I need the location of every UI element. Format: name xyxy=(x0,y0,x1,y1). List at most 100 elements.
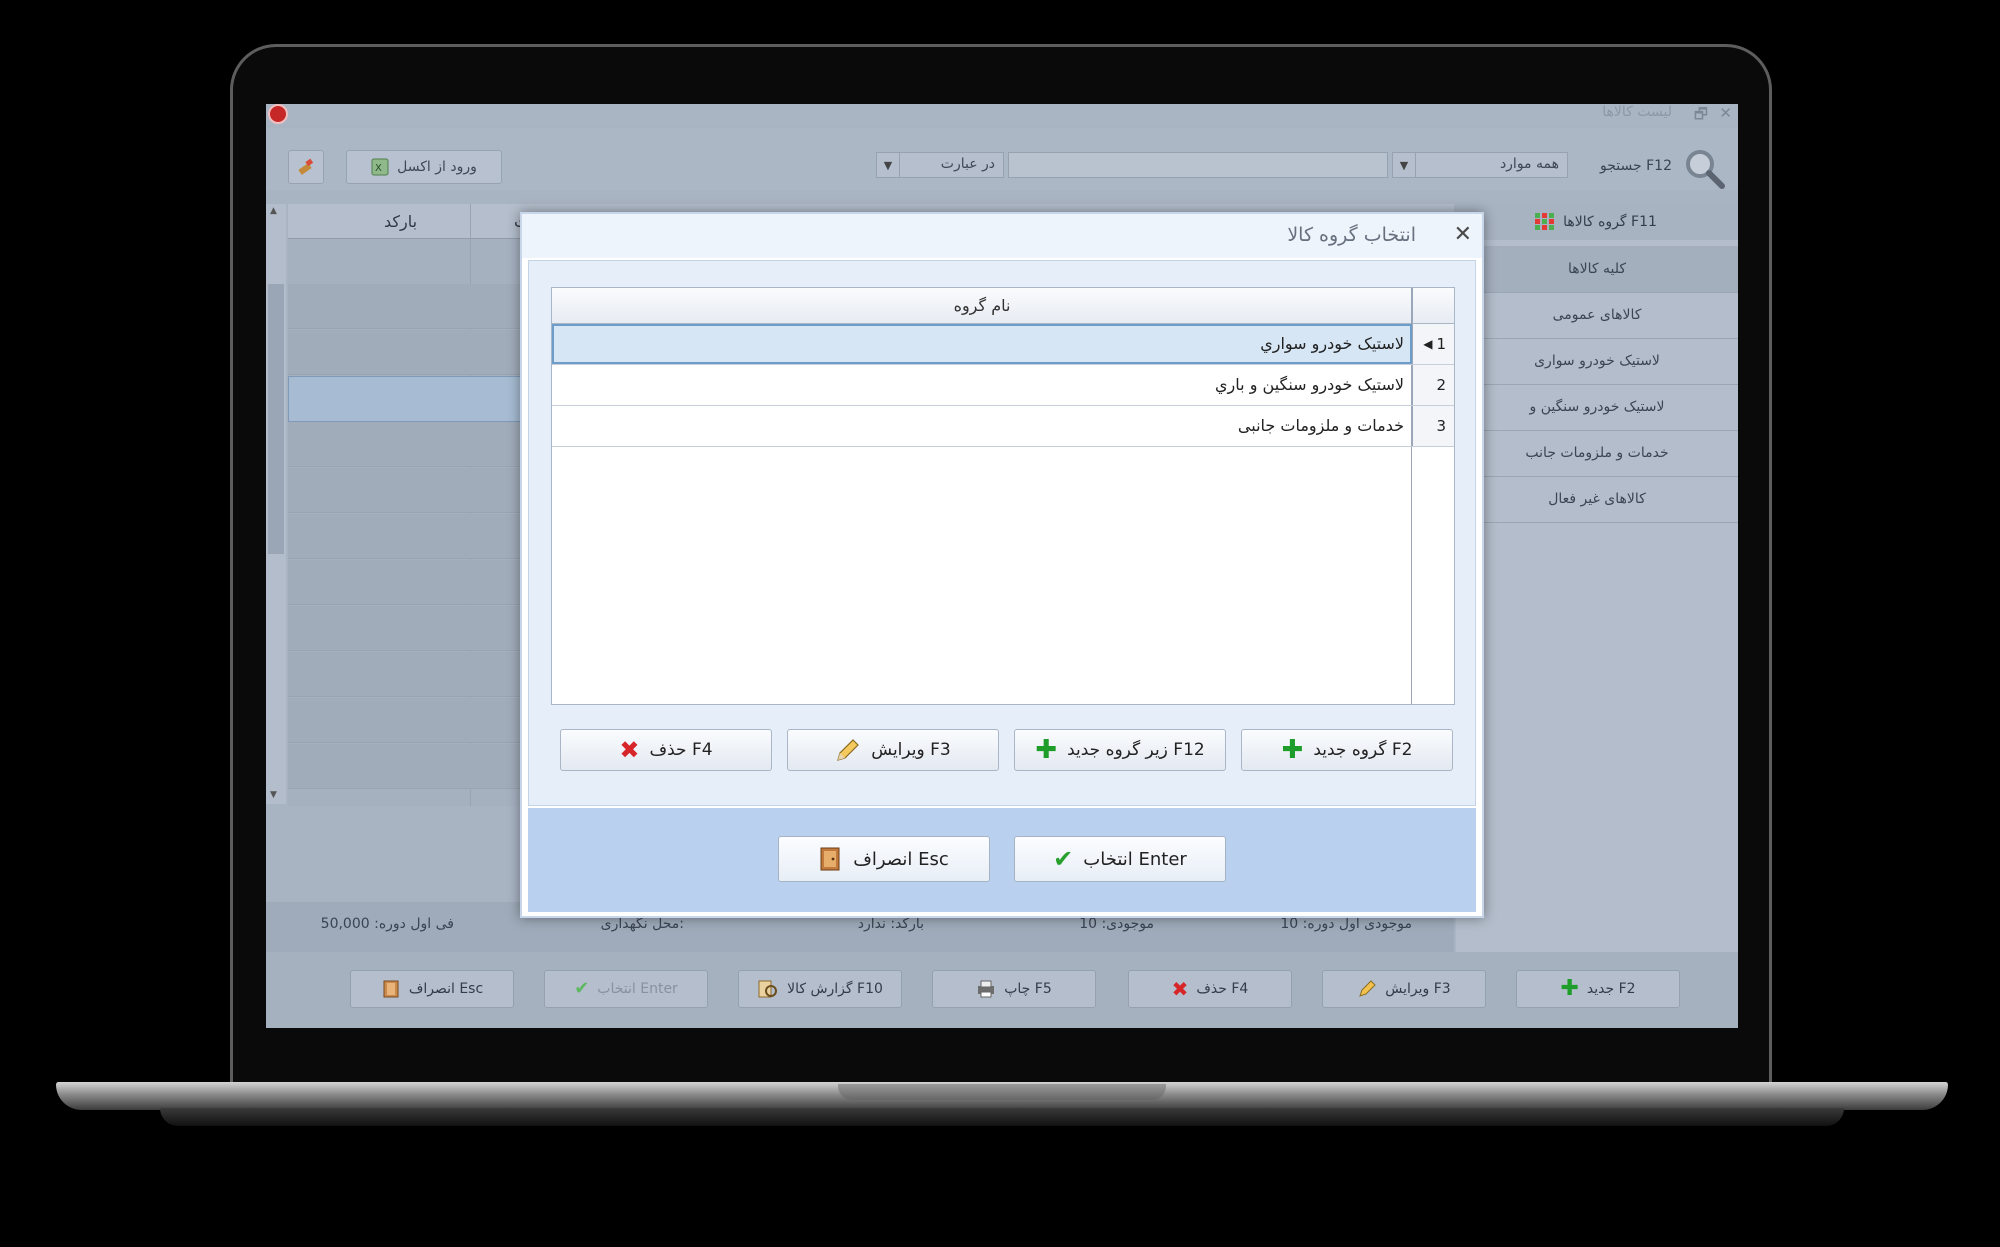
plus-icon: ✚ xyxy=(1281,735,1304,765)
grid-icon xyxy=(1535,213,1555,230)
table-row[interactable]: لاستیک خودرو سنگین و باري 2 xyxy=(552,365,1454,406)
chevron-down-icon: ▼ xyxy=(877,153,900,177)
new-group-label: گروه جدید F2 xyxy=(1313,740,1413,760)
status-stock: موجودی: 10 xyxy=(1079,916,1154,932)
window-titlebar: لیست کالاها 🗗 ✕ xyxy=(266,104,1738,124)
cancel-button-label: انصراف Esc xyxy=(408,981,484,997)
close-button[interactable]: ✕ xyxy=(1719,104,1732,122)
side-item-services[interactable]: خدمات و ملزومات جانب xyxy=(1456,430,1738,477)
group-side-header[interactable]: گروه کالاها F11 xyxy=(1454,204,1738,240)
check-icon: ✔ xyxy=(1053,845,1074,873)
dialog-title: انتخاب گروه کالا xyxy=(1287,224,1416,246)
dialog-body: نام گروه لاستیک خودرو سواري ◀ 1 لاستیک خ… xyxy=(528,260,1476,806)
side-item-general[interactable]: کالاهای عمومی xyxy=(1456,292,1738,339)
edit-group-button[interactable]: ویرایش F3 xyxy=(787,729,999,771)
table-row[interactable]: لاستیک خودرو سواري ◀ 1 xyxy=(552,324,1454,365)
app-logo-icon xyxy=(268,104,288,124)
dialog-titlebar: انتخاب گروه کالا ✕ xyxy=(522,214,1482,258)
group-side-header-label: گروه کالاها F11 xyxy=(1563,214,1657,230)
confirm-select-label: انتخاب Enter xyxy=(1083,848,1187,870)
status-storage-location: محل نگهداری: xyxy=(600,916,684,932)
dialog-cancel-label: انصراف Esc xyxy=(853,848,949,870)
new-subgroup-button[interactable]: ✚ زیر گروه جدید F12 xyxy=(1014,729,1226,771)
window-title: لیست کالاها xyxy=(1602,104,1672,120)
search-input[interactable] xyxy=(1008,152,1388,178)
laptop-base-shadow xyxy=(160,1108,1844,1126)
pencil-icon xyxy=(837,739,860,761)
search-scope-value: همه موارد xyxy=(1499,156,1559,172)
scroll-up-icon[interactable]: ▲ xyxy=(270,206,277,216)
excel-import-button[interactable]: X ورود از اکسل xyxy=(346,150,502,184)
report-icon xyxy=(758,980,778,998)
row-indicator-header xyxy=(1412,288,1454,324)
group-name-cell: خدمات و ملزومات جانبی xyxy=(1237,416,1404,435)
status-opening-stock: موجودی اول دوره: 10 xyxy=(1280,916,1412,932)
row-number: 2 xyxy=(1412,365,1454,405)
confirm-select-button[interactable]: ✔ انتخاب Enter xyxy=(1014,836,1226,882)
restore-icon[interactable]: 🗗 xyxy=(1694,104,1708,129)
report-button[interactable]: گزارش کالا F10 xyxy=(738,970,902,1008)
group-name-cell: لاستیک خودرو سنگین و باري xyxy=(1215,375,1404,394)
new-subgroup-label: زیر گروه جدید F12 xyxy=(1067,740,1205,760)
group-grid: نام گروه لاستیک خودرو سواري ◀ 1 لاستیک خ… xyxy=(551,287,1455,705)
cancel-button[interactable]: انصراف Esc xyxy=(350,970,514,1008)
select-group-dialog: انتخاب گروه کالا ✕ نام گروه لاستیک خودرو… xyxy=(520,212,1484,918)
table-row[interactable]: خدمات و ملزومات جانبی 3 xyxy=(552,406,1454,447)
group-name-column-header[interactable]: نام گروه xyxy=(552,288,1412,324)
delete-x-icon: ✖ xyxy=(1171,977,1189,1001)
svg-text:X: X xyxy=(375,163,382,174)
search-match-select[interactable]: ▼ در عبارت xyxy=(876,152,1004,178)
new-button[interactable]: ✚ جدید F2 xyxy=(1516,970,1680,1008)
select-button[interactable]: ✔ انتخاب Enter xyxy=(544,970,708,1008)
search-scope-select[interactable]: ▼ همه موارد xyxy=(1392,152,1568,178)
grid-scrollbar[interactable]: ▲ ▼ xyxy=(266,204,286,804)
chevron-down-icon: ▼ xyxy=(1393,153,1416,177)
tools-button[interactable] xyxy=(288,150,324,184)
side-item-inactive[interactable]: کالاهای غیر فعال xyxy=(1456,476,1738,523)
row-number: 3 xyxy=(1412,406,1454,446)
print-button-label: چاپ F5 xyxy=(1004,981,1052,997)
row-pointer-icon: ◀ xyxy=(1423,337,1433,351)
delete-button[interactable]: ✖ حذف F4 xyxy=(1128,970,1292,1008)
dialog-cancel-button[interactable]: انصراف Esc xyxy=(778,836,990,882)
delete-group-button[interactable]: ✖ حذف F4 xyxy=(560,729,772,771)
dialog-close-icon[interactable]: ✕ xyxy=(1454,222,1472,247)
search-icon[interactable] xyxy=(1682,146,1726,190)
exit-door-icon xyxy=(383,980,399,998)
new-group-button[interactable]: ✚ گروه جدید F2 xyxy=(1241,729,1453,771)
status-barcode: بارکد: ندارد xyxy=(857,916,924,932)
side-item-car-tires[interactable]: لاستیک خودرو سواری xyxy=(1456,338,1738,385)
report-button-label: گزارش کالا F10 xyxy=(787,981,883,997)
select-button-label: انتخاب Enter xyxy=(597,981,678,997)
edit-button[interactable]: ویرایش F3 xyxy=(1322,970,1486,1008)
edit-group-label: ویرایش F3 xyxy=(871,740,951,760)
pencil-icon xyxy=(1359,980,1376,997)
check-icon: ✔ xyxy=(574,978,590,999)
side-item-all-products[interactable]: کلیه کالاها xyxy=(1456,246,1738,293)
delete-x-icon: ✖ xyxy=(619,736,640,764)
search-match-value: در عبارت xyxy=(940,156,995,172)
row-number: ◀ 1 xyxy=(1412,324,1454,364)
edit-button-label: ویرایش F3 xyxy=(1385,981,1451,997)
delete-group-label: حذف F4 xyxy=(649,740,713,760)
new-button-label: جدید F2 xyxy=(1586,981,1636,997)
scroll-thumb[interactable] xyxy=(268,284,284,554)
excel-icon: X xyxy=(371,158,389,176)
laptop-hinge-notch xyxy=(838,1084,1166,1100)
plus-icon: ✚ xyxy=(1560,976,1579,1001)
exit-door-icon xyxy=(820,847,840,871)
print-button[interactable]: چاپ F5 xyxy=(932,970,1096,1008)
plus-icon: ✚ xyxy=(1035,735,1058,765)
app-screen: لیست کالاها 🗗 ✕ X ورود از اکسل جستجو F12… xyxy=(266,104,1738,1028)
dialog-footer xyxy=(528,808,1476,912)
scroll-down-icon[interactable]: ▼ xyxy=(270,790,277,800)
barcode-column-header[interactable]: بارکد xyxy=(384,212,417,231)
brush-icon xyxy=(298,158,314,175)
side-item-heavy-tires[interactable]: لاستیک خودرو سنگین و xyxy=(1456,384,1738,431)
status-opening-price: فی اول دوره: 50,000 xyxy=(320,916,454,932)
delete-button-label: حذف F4 xyxy=(1196,981,1249,997)
search-label: جستجو F12 xyxy=(1600,158,1672,174)
excel-import-label: ورود از اکسل xyxy=(397,159,477,175)
printer-icon xyxy=(978,980,995,998)
group-name-cell: لاستیک خودرو سواري xyxy=(1260,334,1404,353)
